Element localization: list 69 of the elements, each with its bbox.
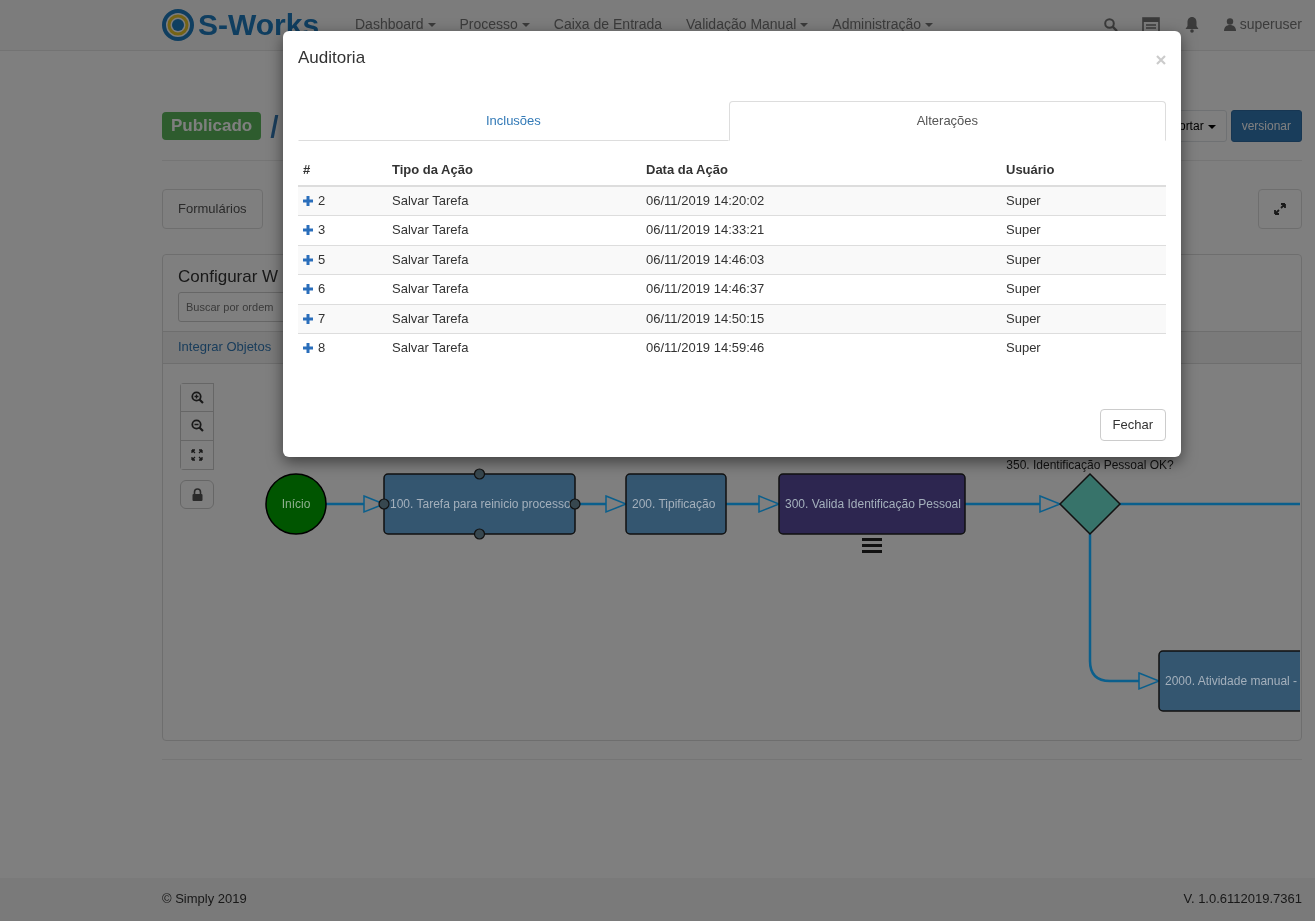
zoom-out-icon bbox=[190, 419, 204, 433]
fit-icon bbox=[191, 449, 203, 461]
user-icon bbox=[1223, 18, 1236, 32]
lock-button[interactable] bbox=[180, 480, 214, 509]
row-number: 6 bbox=[318, 281, 326, 297]
row-number: 3 bbox=[318, 222, 326, 238]
integrate-link[interactable]: Integrar Objetos bbox=[178, 338, 272, 357]
user-menu[interactable]: superuser bbox=[1223, 15, 1302, 35]
user-name: superuser bbox=[1239, 15, 1302, 34]
dialog-tab[interactable]: Inclusões bbox=[298, 101, 729, 141]
version-button[interactable]: versionar bbox=[1230, 110, 1302, 142]
zoom-out-button[interactable] bbox=[180, 412, 214, 441]
table-cell: Super bbox=[1001, 304, 1166, 334]
bell-icon[interactable] bbox=[1183, 16, 1200, 34]
plus-icon[interactable] bbox=[303, 313, 313, 324]
table-cell: 06/11/2019 14:20:02 bbox=[641, 185, 1001, 216]
plus-icon[interactable] bbox=[303, 195, 313, 206]
table-cell: Super bbox=[1001, 333, 1166, 363]
nav-menu-item[interactable]: Dashboard bbox=[343, 15, 448, 35]
gateway-label: 350. Identificação Pessoal OK? bbox=[1006, 458, 1174, 472]
plus-icon[interactable] bbox=[303, 343, 313, 354]
task-node: 200. Tipificação bbox=[625, 473, 727, 535]
row-number: 2 bbox=[318, 192, 326, 208]
table-cell: Super bbox=[1001, 245, 1166, 275]
table-cell: Super bbox=[1001, 185, 1166, 216]
table-cell: Salvar Tarefa bbox=[387, 304, 641, 334]
row-number: 7 bbox=[318, 310, 326, 326]
table-cell: Salvar Tarefa bbox=[387, 185, 641, 216]
table-cell: 06/11/2019 14:59:46 bbox=[641, 333, 1001, 363]
copyright-text: © Simply 2019 bbox=[162, 890, 247, 909]
start-node: Início bbox=[265, 473, 327, 535]
lock-icon bbox=[191, 488, 203, 501]
logo-icon bbox=[162, 9, 194, 41]
expand-icon bbox=[1273, 202, 1287, 216]
dialog-title: Auditoria bbox=[298, 48, 366, 69]
search-icon[interactable] bbox=[1103, 18, 1118, 32]
close-dialog-button[interactable]: Fechar bbox=[1099, 408, 1166, 442]
zoom-in-button[interactable] bbox=[180, 383, 214, 412]
status-badge: Publicado bbox=[162, 111, 262, 141]
fit-button[interactable] bbox=[180, 441, 214, 470]
column-header: Usuário bbox=[1001, 156, 1166, 186]
column-header: Tipo da Ação bbox=[387, 156, 641, 186]
column-header: Data da Ação bbox=[641, 156, 1001, 186]
column-header: # bbox=[298, 156, 387, 186]
dialog-tab[interactable]: Alterações bbox=[728, 101, 1166, 141]
nav-menu-item[interactable]: Caixa de Entrada bbox=[541, 15, 675, 35]
page-title: I bbox=[269, 109, 279, 143]
row-number: 5 bbox=[318, 251, 326, 267]
table-cell: 06/11/2019 14:50:15 bbox=[641, 304, 1001, 334]
nav-menu-item[interactable]: Administração bbox=[820, 15, 945, 35]
plus-icon[interactable] bbox=[303, 225, 313, 236]
version-text: V. 1.0.6112019.7361 bbox=[1183, 890, 1302, 909]
calendar-icon[interactable] bbox=[1141, 17, 1160, 33]
table-cell: Salvar Tarefa bbox=[387, 333, 641, 363]
nav-menu-item[interactable]: Processo bbox=[447, 15, 542, 35]
plus-icon[interactable] bbox=[303, 284, 313, 295]
menu-icon bbox=[862, 538, 882, 553]
task-node: 2000. Atividade manual - bbox=[1158, 650, 1300, 712]
connector-arrow bbox=[726, 494, 781, 514]
panel-title: Configurar W bbox=[178, 267, 279, 288]
table-cell: Salvar Tarefa bbox=[387, 245, 641, 275]
row-number: 8 bbox=[318, 340, 326, 356]
fullscreen-button[interactable] bbox=[1258, 189, 1302, 229]
task-node: 300. Valida Identificação Pessoal bbox=[778, 473, 966, 535]
nav-menu-item[interactable]: Validação Manual bbox=[674, 15, 821, 35]
zoom-in-icon bbox=[190, 391, 204, 404]
table-cell: 06/11/2019 14:46:03 bbox=[641, 245, 1001, 275]
tab-button[interactable]: Formulários bbox=[162, 189, 263, 229]
plus-icon[interactable] bbox=[303, 254, 313, 265]
